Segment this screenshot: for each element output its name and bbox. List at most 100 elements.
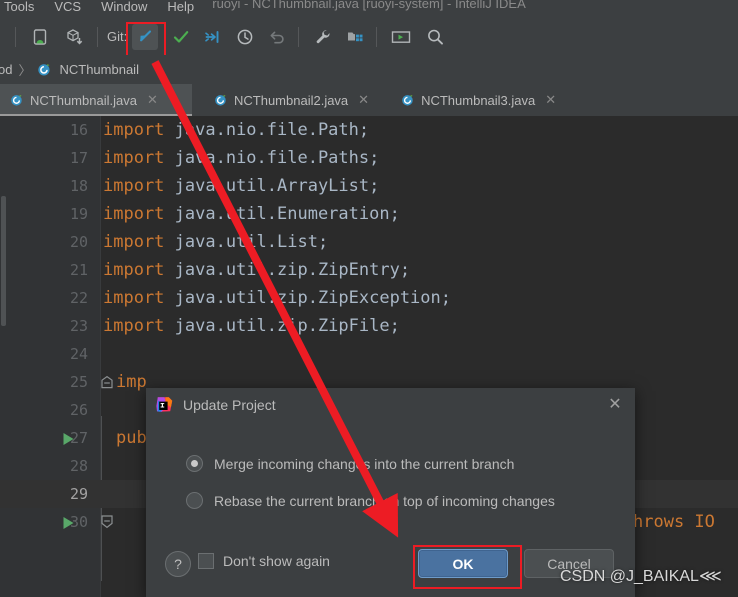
help-button[interactable]: ?: [165, 551, 191, 577]
main-toolbar: Git:: [0, 18, 738, 56]
editor-tab-ncthumbnail[interactable]: NCThumbnail.java ✕: [0, 84, 192, 116]
intellij-idea-window: ruoyi - NCThumbnail.java [ruoyi-system] …: [0, 0, 738, 597]
code-keyword: import: [103, 176, 165, 196]
code-fold-expand-icon[interactable]: [100, 515, 114, 534]
line-number: 21: [69, 261, 88, 279]
code-line-19: 19 import java.util.Enumeration;: [0, 200, 738, 228]
dialog-body: Merge incoming changes into the current …: [146, 421, 635, 555]
package-download-icon[interactable]: [61, 24, 87, 50]
code-text: java.nio.file.Path;: [164, 120, 370, 140]
dialog-title-bar: Update Project: [146, 388, 645, 421]
intellij-idea-logo-icon: [156, 396, 173, 413]
close-icon[interactable]: ✕: [147, 92, 158, 108]
close-icon[interactable]: ✕: [607, 397, 623, 413]
line-number: 19: [69, 205, 88, 223]
revert-undo-icon[interactable]: [264, 24, 290, 50]
history-clock-icon[interactable]: [232, 24, 258, 50]
run-configuration-icon[interactable]: [388, 24, 414, 50]
radio-option-rebase[interactable]: Rebase the current branch on top of inco…: [186, 492, 555, 509]
code-line-24: 24: [0, 340, 738, 368]
csdn-watermark: CSDN @J_BAIKAL⋘: [560, 568, 722, 585]
editor-tab-ncthumbnail2[interactable]: NCThumbnail2.java ✕: [204, 84, 379, 116]
search-icon[interactable]: [422, 24, 448, 50]
wrench-settings-icon[interactable]: [310, 24, 336, 50]
toolbar-divider-4: [376, 26, 378, 47]
code-text: java.util.zip.ZipException;: [164, 288, 451, 308]
menu-item-tools[interactable]: Tools: [4, 0, 34, 14]
breadcrumb-class[interactable]: NCThumbnail: [59, 62, 138, 77]
radio-merge-indicator[interactable]: [186, 455, 203, 472]
line-number: 26: [69, 401, 88, 419]
code-keyword: import: [103, 148, 165, 168]
project-structure-icon[interactable]: [342, 24, 368, 50]
code-line30-tail: hrows IO: [633, 512, 715, 532]
code-keyword: import: [103, 316, 165, 336]
editor-tab-label: NCThumbnail2.java: [234, 92, 349, 108]
menu-item-window[interactable]: Window: [101, 0, 147, 14]
radio-option-merge[interactable]: Merge incoming changes into the current …: [186, 455, 514, 472]
java-file-icon: [10, 93, 24, 107]
close-icon[interactable]: ✕: [545, 92, 556, 108]
code-keyword: pub: [116, 428, 147, 448]
git-update-icon[interactable]: [132, 23, 159, 50]
ok-button[interactable]: OK: [418, 549, 508, 578]
line-number: 23: [69, 317, 88, 335]
menu-bar: Tools VCS Window Help: [0, 0, 194, 16]
line-number: 18: [69, 177, 88, 195]
java-class-icon: [37, 62, 52, 77]
dont-show-again-row[interactable]: Don't show again: [198, 553, 330, 569]
line-number: 28: [69, 457, 88, 475]
line-number: 20: [69, 233, 88, 251]
dont-show-again-checkbox[interactable]: [198, 553, 214, 569]
editor-tab-label: NCThumbnail.java: [30, 92, 137, 108]
editor-tab-ncthumbnail3[interactable]: NCThumbnail3.java ✕: [391, 84, 566, 116]
run-gutter-icon[interactable]: [62, 516, 75, 535]
git-label: Git:: [107, 29, 128, 44]
code-line-18: 18 import java.util.ArrayList;: [0, 172, 738, 200]
code-line-17: 17 import java.nio.file.Paths;: [0, 144, 738, 172]
breadcrumb-prefix[interactable]: od: [0, 62, 12, 77]
toolbar-divider-3: [298, 26, 300, 47]
line-number: 16: [69, 121, 88, 139]
code-line-23: 23 import java.util.zip.ZipFile;: [0, 312, 738, 340]
line-number: 29: [69, 485, 88, 503]
dialog-title: Update Project: [183, 396, 276, 413]
java-file-icon: [214, 93, 228, 107]
radio-rebase-indicator[interactable]: [186, 492, 203, 509]
toolbar-divider-2: [97, 26, 98, 47]
editor-tab-bar: NCThumbnail.java ✕ NCThumbnail2.java ✕ N…: [0, 84, 738, 116]
code-text: java.nio.file.Paths;: [164, 148, 380, 168]
code-keyword: import: [103, 232, 165, 252]
code-keyword: import: [103, 288, 165, 308]
code-line-22: 22 import java.util.zip.ZipException;: [0, 284, 738, 312]
title-bar: ruoyi - NCThumbnail.java [ruoyi-system] …: [0, 0, 738, 18]
line-number: 25: [69, 373, 88, 391]
device-android-icon[interactable]: [27, 24, 53, 50]
code-keyword: import: [103, 204, 165, 224]
git-push-icon[interactable]: [200, 24, 226, 50]
menu-item-vcs[interactable]: VCS: [54, 0, 81, 14]
code-line-16: 16 import java.nio.file.Path;: [0, 116, 738, 144]
line-number: 22: [69, 289, 88, 307]
run-gutter-icon[interactable]: [62, 432, 75, 451]
code-text: java.util.Enumeration;: [164, 204, 400, 224]
java-file-icon: [401, 93, 415, 107]
code-line-21: 21 import java.util.zip.ZipEntry;: [0, 256, 738, 284]
toolbar-divider-1: [15, 26, 16, 47]
radio-rebase-label: Rebase the current branch on top of inco…: [214, 492, 555, 509]
code-keyword: imp: [116, 372, 147, 392]
code-keyword: import: [103, 260, 165, 280]
editor-tab-label: NCThumbnail3.java: [421, 92, 536, 108]
breadcrumb: od 〉 NCThumbnail: [0, 55, 738, 85]
radio-merge-label: Merge incoming changes into the current …: [214, 455, 515, 472]
code-text: java.util.zip.ZipFile;: [164, 316, 400, 336]
breadcrumb-separator: 〉: [18, 63, 32, 78]
code-text: java.util.zip.ZipEntry;: [164, 260, 411, 280]
git-commit-check-icon[interactable]: [168, 24, 194, 50]
code-keyword: import: [103, 120, 165, 140]
code-fold-collapse-icon[interactable]: [100, 375, 114, 394]
line-number: 17: [69, 149, 88, 167]
code-text: java.util.List;: [164, 232, 329, 252]
menu-item-help[interactable]: Help: [167, 0, 194, 14]
close-icon[interactable]: ✕: [358, 92, 369, 108]
